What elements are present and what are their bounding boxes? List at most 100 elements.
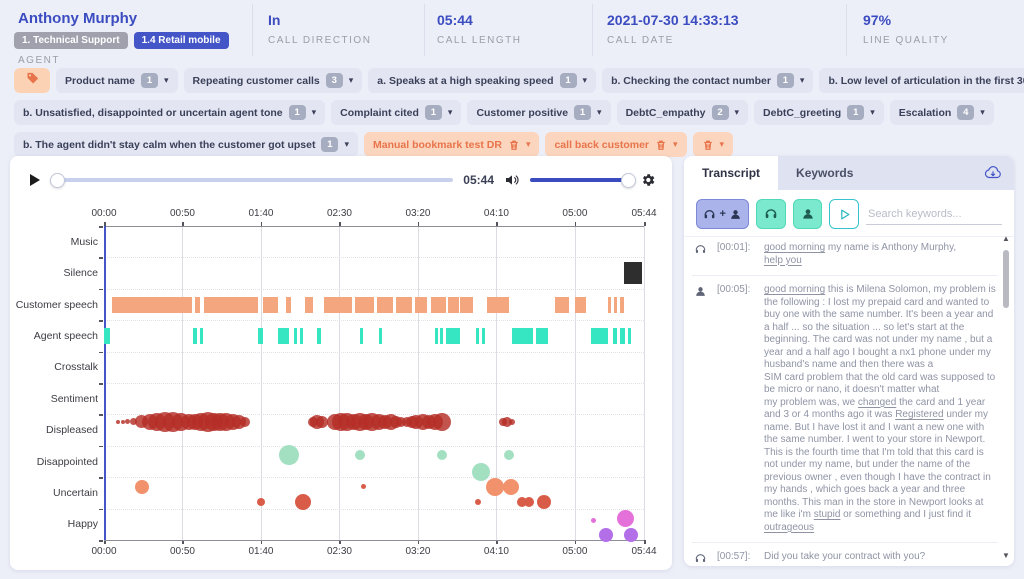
tag-chip[interactable]: a. Speaks at a high speaking speed1▾ <box>368 68 596 93</box>
keyword-match[interactable]: stupid <box>814 509 841 520</box>
chevron-down-icon[interactable]: ▾ <box>980 108 985 117</box>
chevron-down-icon[interactable]: ▾ <box>344 140 349 149</box>
chevron-down-icon[interactable]: ▾ <box>870 108 875 117</box>
tag-chip[interactable]: b. Low level of articulation in the firs… <box>819 68 1024 93</box>
tab-transcript[interactable]: Transcript <box>684 156 778 190</box>
keyword-match[interactable]: Registered <box>895 409 943 420</box>
transcript-entry[interactable]: [00:01]:good morning my name is Anthony … <box>692 234 998 276</box>
agent-speech-segment <box>379 328 382 344</box>
sentiment-bubble <box>135 480 149 494</box>
agent-speech-segment <box>258 328 263 344</box>
sentiment-bubble <box>537 495 551 509</box>
sentiment-bubble <box>591 518 596 523</box>
chevron-down-icon[interactable]: ▾ <box>526 140 531 149</box>
agent-speech-segment <box>294 328 297 344</box>
manual-tag-chip[interactable]: Manual bookmark test DR ▾ <box>364 132 539 157</box>
search-keywords-input[interactable] <box>866 204 1002 225</box>
headset-icon <box>694 242 714 267</box>
play-transcript-button[interactable] <box>829 199 859 229</box>
agent-block: Anthony Murphy 1. Technical Support 1.4 … <box>14 10 229 66</box>
chevron-down-icon[interactable]: ▾ <box>448 108 453 117</box>
tab-keywords[interactable]: Keywords <box>778 156 871 190</box>
scroll-up-icon[interactable]: ▲ <box>1000 234 1012 243</box>
manual-tag-chip[interactable]: ▾ <box>693 132 734 157</box>
chevron-down-icon[interactable]: ▾ <box>800 76 805 85</box>
entry-timestamp[interactable]: [00:01]: <box>717 242 761 267</box>
sentiment-bubble <box>361 484 366 489</box>
sentiment-bubble <box>240 417 250 427</box>
manual-tag-chip[interactable]: call back customer▾ <box>545 132 686 157</box>
trash-icon[interactable] <box>508 139 520 151</box>
filter-agent-button[interactable] <box>756 199 786 229</box>
entry-timestamp[interactable]: [00:57]: <box>717 551 761 562</box>
chevron-down-icon[interactable]: ▾ <box>673 140 678 149</box>
keyword-match[interactable]: good morning <box>764 284 825 295</box>
volume-slider[interactable] <box>530 178 630 182</box>
tag-label: b. Checking the contact number <box>611 75 771 87</box>
scroll-down-icon[interactable]: ▼ <box>1000 551 1012 560</box>
sentiment-bubble <box>617 510 634 527</box>
agent-speech-segment <box>512 328 532 344</box>
tag-chip[interactable]: DebtC_empathy2▾ <box>617 100 748 125</box>
tag-chip[interactable]: Complaint cited1▾ <box>331 100 461 125</box>
customer-speech-segment <box>555 297 569 313</box>
volume-thumb[interactable] <box>621 173 636 188</box>
tag-count-badge: 1 <box>777 73 794 88</box>
chevron-down-icon[interactable]: ▾ <box>312 108 317 117</box>
sentiment-bubble <box>524 497 534 507</box>
transcript-scrollbar[interactable]: ▲ ▼ <box>1000 234 1012 560</box>
line-quality-value: 97% <box>863 12 949 28</box>
trash-icon[interactable] <box>655 139 667 151</box>
volume-icon[interactable] <box>504 172 520 188</box>
stat-call-date: 2021-07-30 14:33:13 CALL DATE <box>607 12 739 46</box>
team-badge: 1. Technical Support <box>14 32 128 49</box>
tag-chip[interactable]: Escalation4▾ <box>890 100 994 125</box>
entry-timestamp[interactable]: [00:05]: <box>717 284 761 534</box>
tag-label: Customer positive <box>476 107 568 119</box>
tag-chip[interactable]: DebtC_greeting1▾ <box>754 100 884 125</box>
customer-speech-segment <box>286 297 291 313</box>
scrollbar-thumb[interactable] <box>1003 250 1009 308</box>
tag-count-badge: 4 <box>957 105 974 120</box>
tag-label: b. Unsatisfied, disappointed or uncertai… <box>23 107 283 119</box>
agent-speech-segment <box>200 328 203 344</box>
x-tick-label: 02:30 <box>319 546 359 557</box>
manual-tag-label: Manual bookmark test DR <box>373 139 502 151</box>
tag-chip[interactable]: b. Unsatisfied, disappointed or uncertai… <box>14 100 325 125</box>
progress-slider[interactable] <box>52 178 453 182</box>
tag-chip[interactable]: Customer positive1▾ <box>467 100 610 125</box>
tag-chip[interactable]: b. Checking the contact number 1 ▾ <box>602 68 813 93</box>
tag-label: DebtC_greeting <box>763 107 841 119</box>
chevron-down-icon[interactable]: ▾ <box>164 76 169 85</box>
call-date-label: CALL DATE <box>607 35 739 46</box>
sentiment-bubble <box>257 498 265 506</box>
filter-customer-button[interactable] <box>793 199 823 229</box>
keyword-match[interactable]: outrageous <box>764 522 814 533</box>
transcript-entry[interactable]: [00:57]:Did you take your contract with … <box>692 543 998 562</box>
export-cloud-icon[interactable] <box>984 164 1002 187</box>
agent-speech-segment <box>536 328 549 344</box>
transcript-entry[interactable]: [00:05]:good morning this is Milena Solo… <box>692 276 998 543</box>
keyword-match[interactable]: changed <box>858 397 896 408</box>
settings-gear-icon[interactable] <box>640 172 656 188</box>
chevron-down-icon[interactable]: ▾ <box>720 140 725 149</box>
chevron-down-icon[interactable]: ▾ <box>349 76 354 85</box>
tag-chip[interactable]: Repeating customer calls3▾ <box>184 68 363 93</box>
agent-speech-segment <box>628 328 631 344</box>
tag-chip[interactable]: Product name1▾ <box>56 68 178 93</box>
agent-speech-segment <box>360 328 363 344</box>
customer-speech-segment <box>431 297 447 313</box>
chevron-down-icon[interactable]: ▾ <box>597 108 602 117</box>
keyword-match[interactable]: good morning <box>764 242 825 253</box>
keyword-match[interactable]: help you <box>764 255 802 266</box>
chevron-down-icon[interactable]: ▾ <box>583 76 588 85</box>
play-button[interactable] <box>26 172 42 188</box>
filter-both-speakers-button[interactable]: + <box>696 199 749 229</box>
row-label: Crosstalk <box>14 361 98 373</box>
trash-icon[interactable] <box>702 139 714 151</box>
progress-thumb[interactable] <box>50 173 65 188</box>
header-divider <box>846 4 847 56</box>
tag-chip[interactable]: b. The agent didn't stay calm when the c… <box>14 132 358 157</box>
tag-icon-button[interactable] <box>14 68 50 93</box>
chevron-down-icon[interactable]: ▾ <box>735 108 740 117</box>
